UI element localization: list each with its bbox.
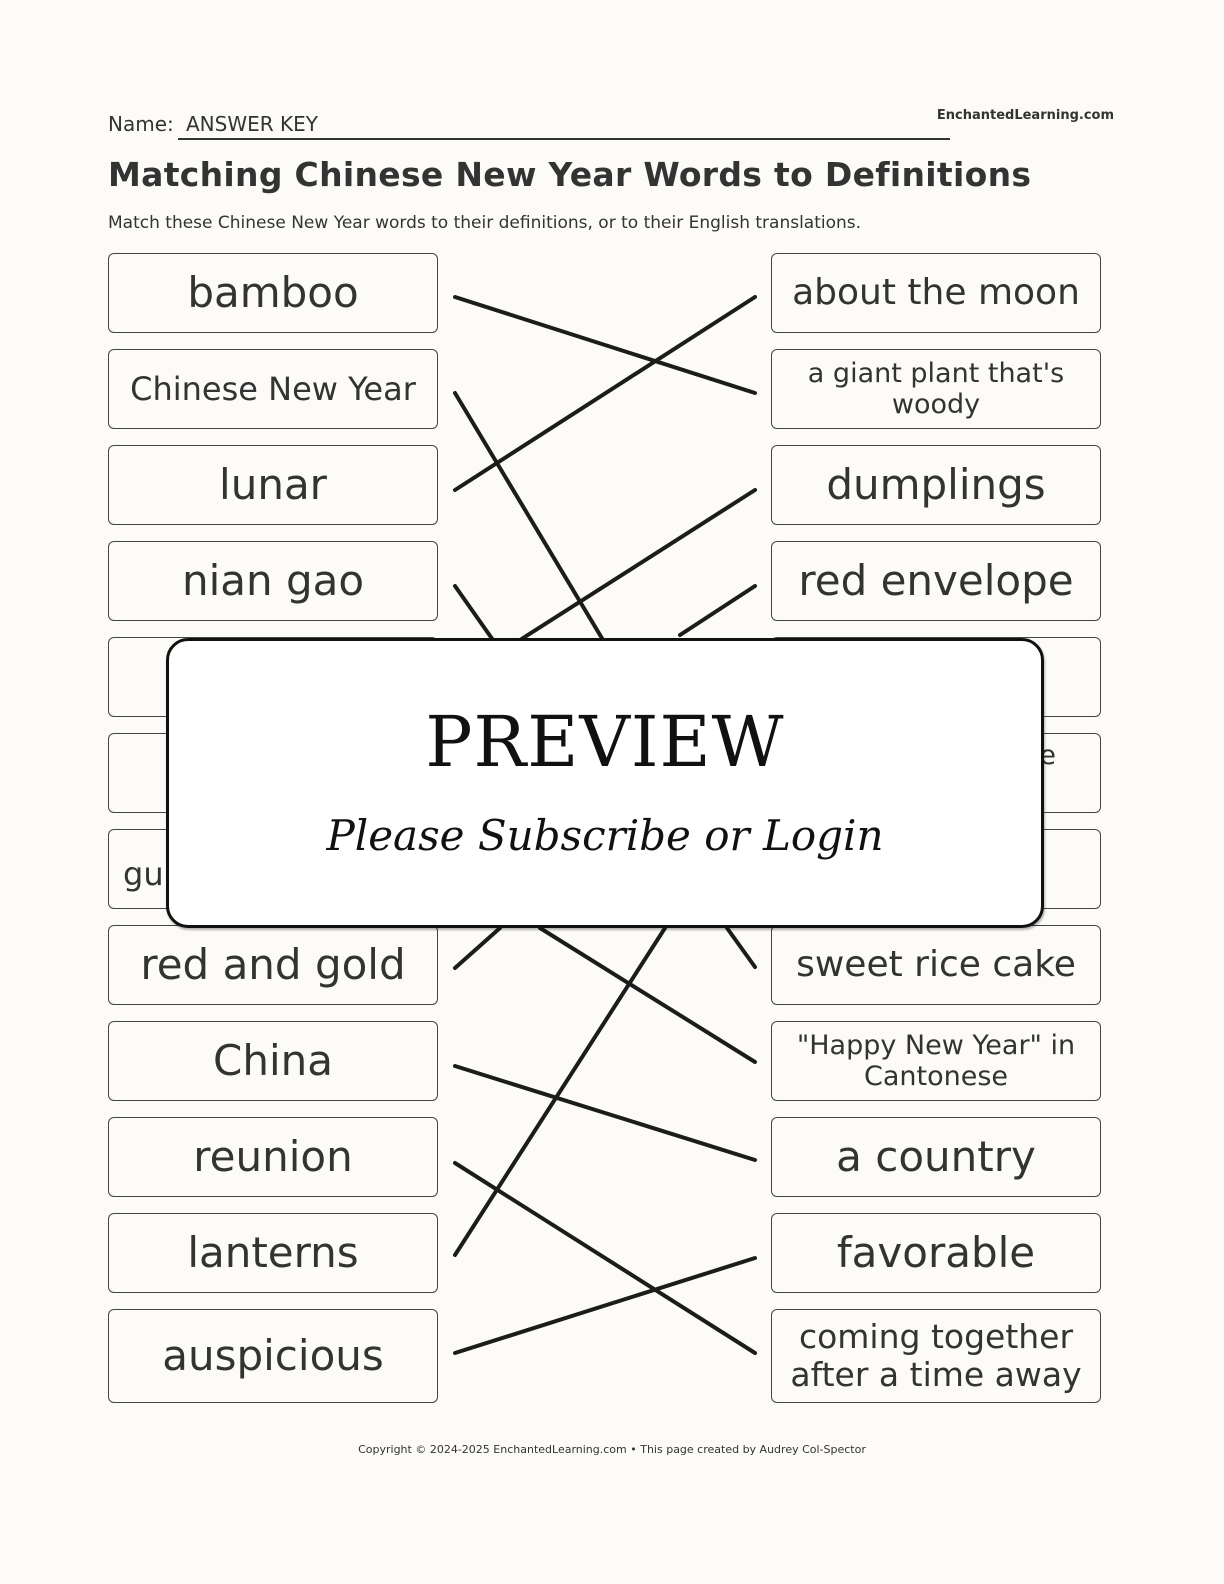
name-row: Name: ANSWER KEY bbox=[108, 110, 950, 140]
left-word: Chinese New Year bbox=[130, 369, 416, 408]
left-word-box[interactable]: reunion bbox=[108, 1117, 438, 1197]
match-line bbox=[538, 926, 757, 1064]
left-word: nian gao bbox=[181, 555, 365, 605]
left-word-box[interactable]: auspicious bbox=[108, 1309, 438, 1403]
left-word-box[interactable]: lanterns bbox=[108, 1213, 438, 1293]
site-logo[interactable]: EnchantedLearning.com bbox=[937, 108, 1114, 123]
right-definition-box[interactable]: a giant plant that's woody bbox=[771, 349, 1101, 429]
preview-title: PREVIEW bbox=[425, 701, 785, 783]
right-definition: coming together after a time away bbox=[790, 1317, 1082, 1394]
subscribe-login-link[interactable]: Please Subscribe or Login bbox=[169, 811, 1041, 860]
left-word: red and gold bbox=[140, 939, 406, 989]
left-word: lanterns bbox=[187, 1227, 359, 1277]
left-word-box[interactable]: nian gao bbox=[108, 541, 438, 621]
left-word-box[interactable]: bamboo bbox=[108, 253, 438, 333]
right-definition-box[interactable]: favorable bbox=[771, 1213, 1101, 1293]
match-line bbox=[453, 1064, 757, 1162]
match-line bbox=[453, 926, 667, 1257]
match-line bbox=[678, 584, 757, 637]
left-word: bamboo bbox=[187, 267, 359, 317]
right-definition-box[interactable]: sweet rice cake bbox=[771, 925, 1101, 1005]
left-word: China bbox=[213, 1035, 333, 1085]
right-definition-box[interactable]: "Happy New Year" in Cantonese bbox=[771, 1021, 1101, 1101]
right-definition-box[interactable]: about the moon bbox=[771, 253, 1101, 333]
preview-overlay[interactable]: PREVIEW Please Subscribe or Login bbox=[166, 638, 1044, 928]
right-definition: favorable bbox=[836, 1227, 1036, 1277]
right-definition-box[interactable]: red envelope bbox=[771, 541, 1101, 621]
left-word-box[interactable]: red and gold bbox=[108, 925, 438, 1005]
right-definition-box[interactable]: coming together after a time away bbox=[771, 1309, 1101, 1403]
left-word: auspicious bbox=[162, 1330, 384, 1380]
footer-copyright: Copyright © 2024-2025 EnchantedLearning.… bbox=[358, 1443, 866, 1456]
right-definition-box[interactable]: dumplings bbox=[771, 445, 1101, 525]
right-definition: dumplings bbox=[826, 459, 1046, 509]
left-word-box[interactable]: lunar bbox=[108, 445, 438, 525]
page-title: Matching Chinese New Year Words to Defin… bbox=[108, 155, 1032, 194]
match-line bbox=[453, 1256, 757, 1355]
match-line bbox=[453, 295, 757, 492]
match-line bbox=[725, 926, 757, 969]
left-word: gu bbox=[123, 854, 164, 893]
match-line bbox=[518, 488, 757, 642]
name-label: Name: bbox=[108, 112, 174, 136]
right-definition-box[interactable]: a country bbox=[771, 1117, 1101, 1197]
left-word-box[interactable]: China bbox=[108, 1021, 438, 1101]
right-definition: sweet rice cake bbox=[796, 944, 1076, 986]
left-word: reunion bbox=[193, 1131, 353, 1181]
left-word-box[interactable]: Chinese New Year bbox=[108, 349, 438, 429]
match-line bbox=[453, 1161, 757, 1355]
match-line bbox=[453, 926, 502, 970]
right-definition: a country bbox=[836, 1131, 1036, 1181]
name-field[interactable]: ANSWER KEY bbox=[178, 112, 950, 140]
right-definition: a giant plant that's woody bbox=[807, 357, 1065, 420]
right-definition: about the moon bbox=[792, 272, 1080, 314]
right-definition: "Happy New Year" in Cantonese bbox=[796, 1029, 1076, 1092]
right-definition: red envelope bbox=[798, 555, 1074, 605]
instructions: Match these Chinese New Year words to th… bbox=[108, 213, 862, 233]
left-word: lunar bbox=[219, 459, 327, 509]
match-line bbox=[453, 391, 617, 662]
match-line bbox=[453, 295, 757, 395]
